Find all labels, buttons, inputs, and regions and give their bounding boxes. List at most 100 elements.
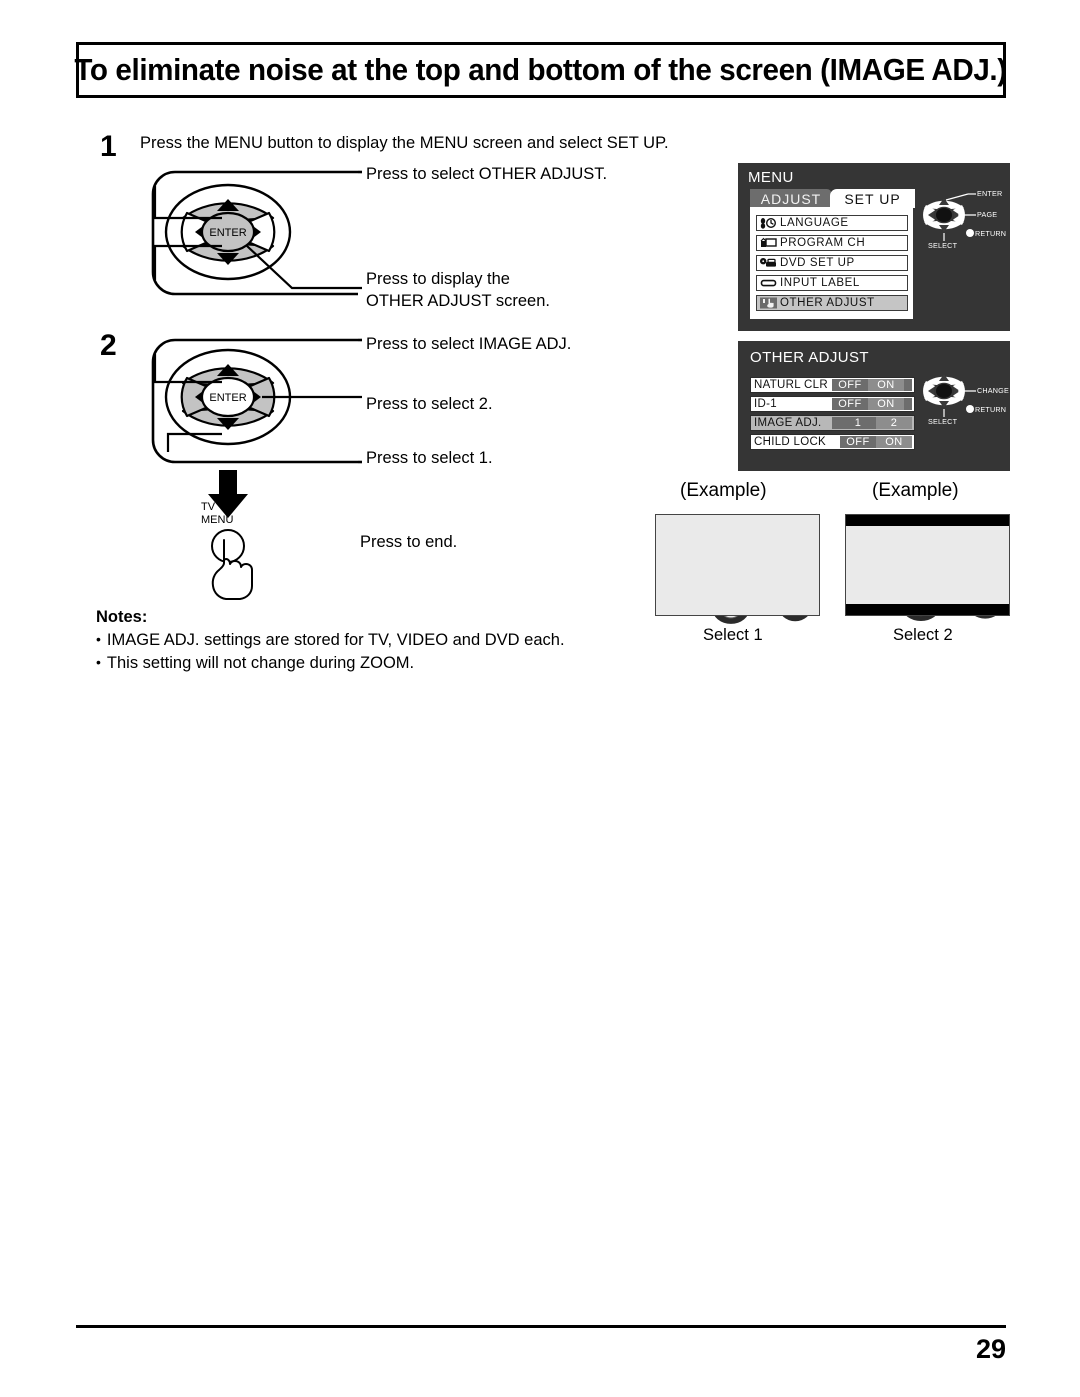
callout-display-other-adjust: Press to display the OTHER ADJUST screen… (366, 269, 550, 313)
navpad-up-arrow-highlight (181, 367, 275, 387)
menu-item-label: PROGRAM CH (780, 237, 866, 249)
example-2-caption: Select 2 (893, 626, 953, 644)
nav-label-select: SELECT (928, 417, 958, 426)
osd-menu-title: MENU (748, 169, 794, 186)
callout-press-to-end: Press to end. (360, 533, 458, 551)
note-text: This setting will not change during ZOOM… (106, 654, 415, 673)
bullet-icon: • (96, 631, 101, 647)
row-values: OFF ON (832, 379, 912, 391)
notes-title: Notes: (96, 608, 148, 626)
osd-menu-screen: MENU ADJUST SET UP LANGUAGE PROGRAM CH D… (738, 163, 1010, 331)
tv-menu-label-line2: MENU (201, 514, 234, 527)
enter-button-label: ENTER (209, 227, 246, 239)
example-1-label: (Example) (680, 480, 767, 501)
menu-item-other-adjust[interactable]: OTHER ADJUST (756, 295, 908, 311)
navpad-left-arrow-highlight (180, 376, 210, 418)
tv-menu-label-line1: TV (201, 501, 216, 513)
step-1-instruction: Press the MENU button to display the MEN… (140, 134, 669, 152)
page-title: To eliminate noise at the top and bottom… (74, 52, 1008, 87)
step-1-number: 1 (100, 130, 117, 163)
row-values: OFF ON (832, 398, 912, 410)
callout-select-other-adjust: Press to select OTHER ADJUST. (366, 165, 608, 183)
nav-label-select: SELECT (928, 241, 958, 250)
other-adjust-icon (760, 297, 777, 309)
navpad-down-arrow-highlight (181, 242, 275, 262)
example-2-label: (Example) (872, 480, 959, 501)
callout-select-image-adj: Press to select IMAGE ADJ. (366, 335, 572, 353)
value-spacer (904, 379, 912, 391)
osd-other-adjust-title: OTHER ADJUST (750, 349, 869, 366)
callout-select-1: Press to select 1. (366, 449, 493, 467)
nav-label-enter: ENTER (977, 189, 1003, 198)
value-off[interactable]: OFF (832, 379, 868, 391)
row-values: 1 2 (832, 417, 912, 429)
example-figure-select-1 (655, 514, 820, 616)
value-spacer (904, 398, 912, 410)
note-item: • IMAGE ADJ. settings are stored for TV,… (96, 629, 696, 652)
note-item: • This setting will not change during ZO… (96, 652, 696, 675)
example-1-caption: Select 1 (703, 626, 763, 644)
value-1[interactable]: 1 (840, 417, 876, 429)
tv-menu-button-group (208, 470, 253, 600)
navpad-down-arrow-highlight (181, 407, 275, 427)
osd-menu-tabs: ADJUST SET UP (750, 189, 915, 208)
example-figure-select-2 (845, 514, 1010, 616)
note-text: IMAGE ADJ. settings are stored for TV, V… (106, 631, 565, 649)
nav-label-return: RETURN (975, 229, 1007, 238)
menu-item-label: OTHER ADJUST (780, 297, 875, 309)
callout-display-other-adjust-line2: OTHER ADJUST screen. (366, 291, 550, 310)
row-label: CHILD LOCK (754, 436, 827, 448)
osd-menu-nav-cluster: ENTER PAGE RETURN SELECT (920, 185, 1007, 251)
menu-item-label: INPUT LABEL (780, 277, 860, 289)
page-number: 29 (975, 1334, 1006, 1364)
value-spacer (832, 417, 840, 429)
row-child-lock[interactable]: CHILD LOCK OFF ON (750, 434, 915, 450)
row-id-1[interactable]: ID-1 OFF ON (750, 396, 915, 412)
value-on[interactable]: ON (868, 398, 904, 410)
tab-set-up[interactable]: SET UP (830, 189, 915, 208)
notes-block: Notes: • IMAGE ADJ. settings are stored … (96, 608, 696, 676)
nav-label-return: RETURN (975, 405, 1007, 414)
menu-item-label: DVD SET UP (780, 257, 855, 269)
letterbox-bar-top (846, 515, 1009, 526)
menu-item-language[interactable]: LANGUAGE (756, 215, 908, 231)
tv-menu-label: TV MENU (201, 501, 233, 528)
tab-adjust[interactable]: ADJUST (750, 189, 834, 208)
value-off[interactable]: OFF (840, 436, 876, 448)
value-on[interactable]: ON (868, 379, 904, 391)
bullet-icon: • (96, 654, 101, 671)
program-ch-icon (760, 237, 777, 247)
step-2-number: 2 (100, 329, 117, 362)
step-2-remote-navpad: ENTER (151, 338, 362, 464)
osd-other-adjust-nav-cluster: CHANGE RETURN SELECT (920, 361, 1009, 427)
language-icon (760, 217, 777, 229)
letterbox-bar-bottom (846, 604, 1009, 615)
nav-label-change: CHANGE (977, 386, 1009, 395)
row-label: ID-1 (754, 398, 777, 410)
callout-select-2: Press to select 2. (366, 395, 493, 413)
osd-menu-list: LANGUAGE PROGRAM CH DVD SET UP INPUT LAB… (750, 207, 913, 319)
menu-item-program-ch[interactable]: PROGRAM CH (756, 235, 908, 251)
menu-item-dvd-set-up[interactable]: DVD SET UP (756, 255, 908, 271)
value-2[interactable]: 2 (876, 417, 912, 429)
navpad-right-arrow-highlight (246, 376, 276, 418)
value-off[interactable]: OFF (832, 398, 868, 410)
row-label: IMAGE ADJ. (754, 417, 822, 429)
menu-item-label: LANGUAGE (780, 217, 849, 229)
hand-pointer-icon (211, 539, 253, 600)
input-label-icon (760, 279, 777, 287)
row-image-adj[interactable]: IMAGE ADJ. 1 2 (750, 415, 915, 431)
dvd-setup-icon (760, 258, 776, 267)
value-on[interactable]: ON (876, 436, 912, 448)
nav-label-page: PAGE (977, 210, 998, 219)
osd-other-adjust-screen: OTHER ADJUST NATURL CLR OFF ON ID-1 OFF … (738, 341, 1010, 471)
row-label: NATURL CLR (754, 379, 828, 391)
footer-divider (76, 1325, 1006, 1328)
navpad-up-arrow-highlight (181, 202, 275, 222)
menu-item-input-label[interactable]: INPUT LABEL (756, 275, 908, 291)
row-values: OFF ON (840, 436, 912, 448)
row-naturl-clr[interactable]: NATURL CLR OFF ON (750, 377, 915, 393)
step-1-remote-navpad: ENTER (151, 170, 362, 296)
page-title-banner: To eliminate noise at the top and bottom… (74, 42, 1008, 98)
callout-display-other-adjust-line1: Press to display the (366, 270, 510, 288)
